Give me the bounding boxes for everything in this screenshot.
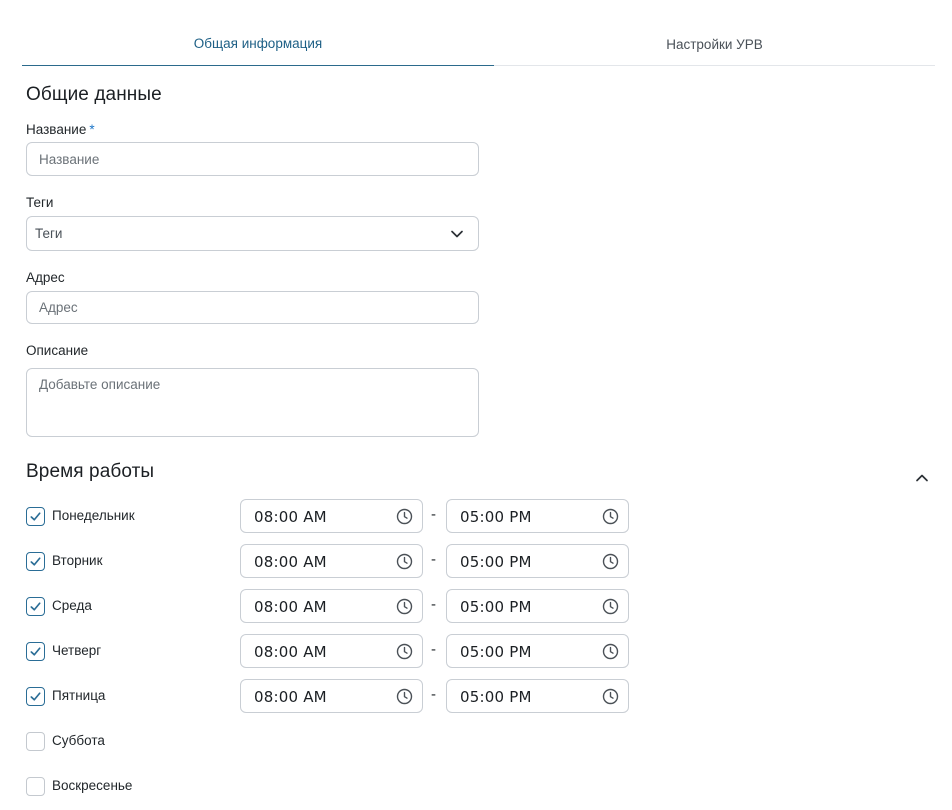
schedule-row: Четверг 08:00 AM - 05:00 PM [26,634,636,668]
clock-icon [602,553,619,570]
start-time-input-value: 08:00 AM [254,643,327,661]
general-section-title: Общие данные [26,84,162,105]
day-checkbox[interactable] [26,687,45,706]
start-time-input-value: 08:00 AM [254,508,327,526]
clock-icon [602,688,619,705]
start-time-input-value: 08:00 AM [254,598,327,616]
name-input[interactable]: Название [26,142,479,176]
tab-bar: Общая информация Настройки УРВ [22,22,935,66]
day-label: Четверг [52,643,102,658]
clock-icon [602,508,619,525]
start-time-input[interactable]: 08:00 AM [240,679,423,713]
schedule-row: Среда 08:00 AM - 05:00 PM [26,589,636,623]
day-label: Вторник [52,553,103,568]
check-icon [30,557,41,566]
tags-label: Теги [26,195,54,210]
day-checkbox[interactable] [26,507,45,526]
day-checkbox[interactable] [26,777,45,796]
start-time-input[interactable]: 08:00 AM [240,589,423,623]
time-range-separator: - [431,641,436,658]
clock-button[interactable] [602,688,619,705]
end-time-input[interactable]: 05:00 PM [446,544,629,578]
clock-icon [396,508,413,525]
check-icon [30,602,41,611]
day-label: Пятница [52,688,106,703]
day-checkbox[interactable] [26,597,45,616]
schedule-row: Воскресенье [26,769,636,803]
start-time-input-value: 08:00 AM [254,553,327,571]
clock-icon [396,688,413,705]
description-label: Описание [26,343,89,358]
description-textarea[interactable]: Добавьте описание [26,368,479,437]
clock-button[interactable] [396,643,413,660]
end-time-input-value: 05:00 PM [460,508,532,526]
address-input[interactable]: Адрес [26,291,479,324]
start-time-input[interactable]: 08:00 AM [240,499,423,533]
clock-icon [396,643,413,660]
clock-button[interactable] [396,688,413,705]
required-mark: * [89,122,95,137]
day-label: Среда [52,598,92,613]
end-time-input-value: 05:00 PM [460,598,532,616]
schedule-row: Вторник 08:00 AM - 05:00 PM [26,544,636,578]
chevron-down-icon [451,230,463,237]
clock-button[interactable] [396,508,413,525]
tags-select-value: Теги [35,226,63,241]
check-icon [30,692,41,701]
tags-select[interactable]: Теги [26,216,479,251]
clock-icon [396,553,413,570]
end-time-input[interactable]: 05:00 PM [446,499,629,533]
chevron-up-icon[interactable] [913,469,931,487]
clock-button[interactable] [396,553,413,570]
schedule-row: Понедельник 08:00 AM - 05:00 PM [26,499,636,533]
clock-icon [396,598,413,615]
schedule-row: Пятница 08:00 AM - 05:00 PM [26,679,636,713]
description-placeholder: Добавьте описание [39,377,161,392]
day-checkbox[interactable] [26,732,45,751]
end-time-input-value: 05:00 PM [460,643,532,661]
tab-general-info[interactable]: Общая информация [22,22,494,66]
check-icon [30,647,41,656]
end-time-input[interactable]: 05:00 PM [446,589,629,623]
start-time-input-value: 08:00 AM [254,688,327,706]
name-input-placeholder: Название [39,151,100,167]
start-time-input[interactable]: 08:00 AM [240,544,423,578]
time-range-separator: - [431,596,436,613]
clock-icon [602,598,619,615]
clock-icon [602,643,619,660]
check-icon [30,512,41,521]
address-input-placeholder: Адрес [39,300,78,315]
day-checkbox[interactable] [26,642,45,661]
time-range-separator: - [431,686,436,703]
clock-button[interactable] [602,508,619,525]
clock-button[interactable] [602,643,619,660]
end-time-input[interactable]: 05:00 PM [446,679,629,713]
day-label: Суббота [52,733,105,748]
clock-button[interactable] [396,598,413,615]
end-time-input-value: 05:00 PM [460,553,532,571]
tab-urv-settings[interactable]: Настройки УРВ [494,22,935,66]
schedule-section-title: Время работы [26,461,155,482]
address-label: Адрес [26,270,65,285]
day-label: Воскресенье [52,778,133,793]
clock-button[interactable] [602,598,619,615]
start-time-input[interactable]: 08:00 AM [240,634,423,668]
day-checkbox[interactable] [26,552,45,571]
time-range-separator: - [431,551,436,568]
schedule-row: Суббота [26,724,636,758]
clock-button[interactable] [602,553,619,570]
name-label: Название * [26,122,95,137]
day-label: Понедельник [52,508,135,523]
end-time-input[interactable]: 05:00 PM [446,634,629,668]
end-time-input-value: 05:00 PM [460,688,532,706]
time-range-separator: - [431,506,436,523]
